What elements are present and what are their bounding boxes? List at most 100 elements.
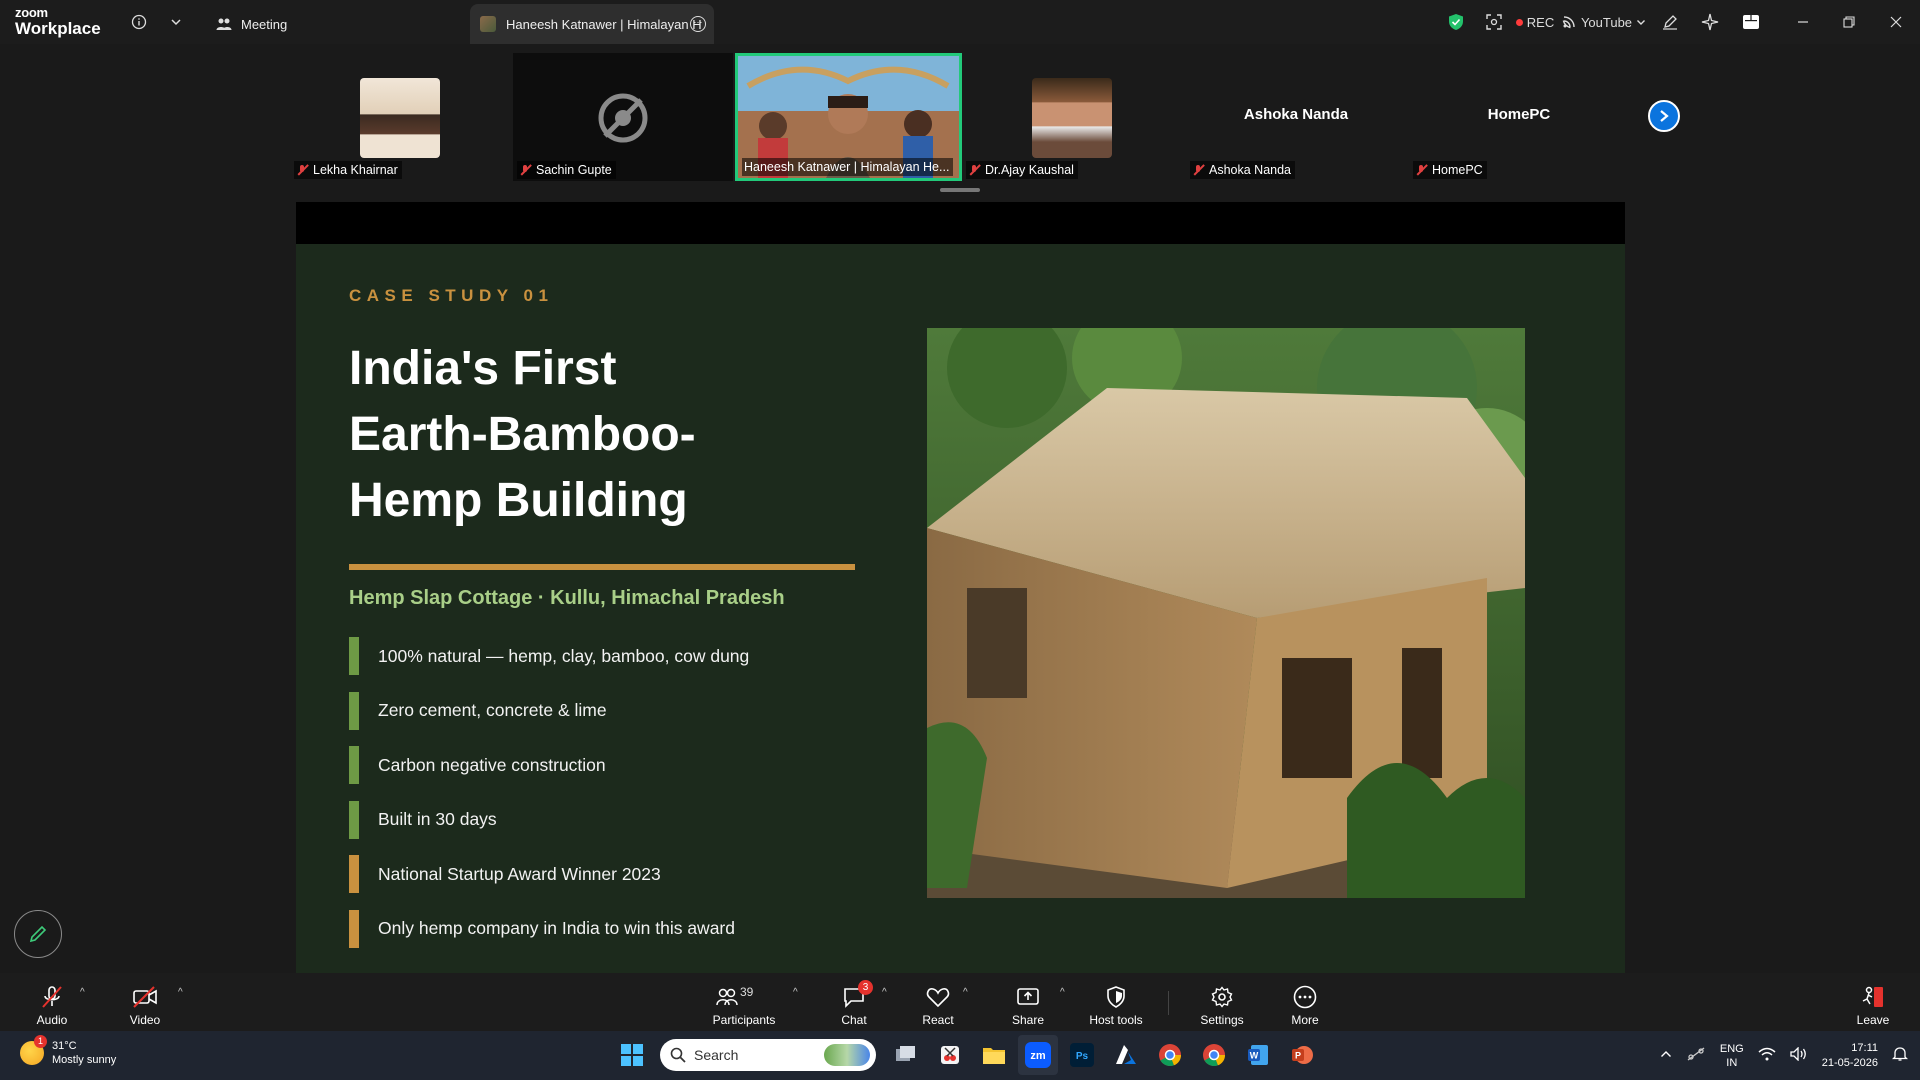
windows-start-icon[interactable] (612, 1035, 652, 1075)
region-code: IN (1726, 1056, 1738, 1069)
info-icon[interactable] (128, 11, 150, 33)
photoshop-icon[interactable]: Ps (1062, 1035, 1102, 1075)
video-label: Video (129, 1013, 161, 1027)
notifications-icon[interactable] (1891, 1046, 1909, 1065)
audio-options-caret[interactable]: ^ (80, 987, 85, 998)
video-options-caret[interactable]: ^ (178, 987, 183, 998)
slide-divider (349, 564, 855, 570)
wifi-icon[interactable] (1758, 1047, 1776, 1064)
chrome-icon[interactable] (1150, 1035, 1190, 1075)
audio-button[interactable]: Audio (32, 973, 72, 1031)
speaker-icon[interactable] (1790, 1046, 1808, 1064)
network-share-icon[interactable] (1686, 1046, 1706, 1065)
participant-tile[interactable]: HomePC HomePC (1409, 53, 1629, 181)
search-icon (670, 1047, 686, 1063)
react-options-caret[interactable]: ^ (963, 987, 968, 998)
tab-meeting-label: Meeting (241, 16, 288, 32)
chat-button[interactable]: 3 Chat (834, 973, 874, 1031)
chat-icon: 3 (839, 980, 873, 1011)
annotate-icon[interactable] (1650, 0, 1690, 44)
mic-muted-icon (968, 164, 980, 176)
participants-options-caret[interactable]: ^ (793, 987, 798, 998)
settings-button[interactable]: Settings (1197, 973, 1247, 1031)
word-icon[interactable]: W (1238, 1035, 1278, 1075)
ai-companion-icon[interactable] (1690, 0, 1730, 44)
weather-condition: Mostly sunny (52, 1054, 117, 1066)
controls-divider (1168, 991, 1169, 1015)
participant-display-name: HomePC (1487, 106, 1551, 123)
leave-button[interactable]: Leave (1853, 973, 1893, 1031)
livestream-youtube[interactable]: YouTube (1558, 0, 1650, 44)
mic-muted-icon (1415, 164, 1427, 176)
zoom-app-icon[interactable]: zm (1018, 1035, 1058, 1075)
participant-display-name: Ashoka Nanda (1243, 106, 1349, 123)
language-indicator[interactable]: ENG IN (1720, 1042, 1744, 1070)
mic-muted-icon (37, 983, 67, 1011)
powerpoint-icon[interactable]: P (1282, 1035, 1322, 1075)
video-off-icon (130, 983, 160, 1011)
share-options-caret[interactable]: ^ (1060, 987, 1065, 998)
restore-button[interactable] (1826, 0, 1872, 44)
participant-name: Lekha Khairnar (313, 163, 398, 177)
tab-meeting[interactable]: Meeting (215, 4, 287, 44)
participant-name-chip: Lekha Khairnar (294, 161, 402, 179)
shield-icon[interactable] (1436, 0, 1476, 44)
participant-name-chip: Sachin Gupte (517, 161, 616, 179)
weather-widget[interactable]: 1 31°C Mostly sunny (20, 1035, 117, 1067)
taskbar-search-input[interactable]: Search (660, 1039, 876, 1071)
snipping-tool-icon[interactable] (930, 1035, 970, 1075)
chevron-down-icon[interactable] (165, 11, 187, 33)
gallery-resize-handle[interactable] (940, 188, 980, 192)
list-item: National Startup Award Winner 2023 (349, 855, 749, 894)
more-icon[interactable]: ··· (690, 16, 706, 32)
mic-muted-icon (1192, 164, 1204, 176)
chat-options-caret[interactable]: ^ (882, 987, 887, 998)
people-icon (215, 15, 233, 33)
mic-muted-icon (519, 164, 531, 176)
task-view-icon[interactable] (886, 1035, 926, 1075)
avatar (360, 78, 440, 158)
list-item: Zero cement, concrete & lime (349, 691, 749, 730)
host-tools-button[interactable]: Host tools (1086, 973, 1146, 1031)
participant-tile[interactable]: Dr.Ajay Kaushal (962, 53, 1182, 181)
clock[interactable]: 17:11 21-05-2026 (1822, 1041, 1878, 1071)
participant-tile[interactable]: Lekha Khairnar (290, 53, 510, 181)
file-explorer-icon[interactable] (974, 1035, 1014, 1075)
video-button[interactable]: Video (125, 973, 165, 1031)
zoom-logo: zoom Workplace (15, 6, 101, 37)
tab-shared-screen[interactable]: Haneesh Katnawer | Himalayan H ··· (470, 4, 714, 44)
cottage-photo (927, 328, 1525, 898)
participant-tile-active-speaker[interactable]: Haneesh Katnawer | Himalayan He... (735, 53, 962, 181)
svg-text:Ps: Ps (1076, 1051, 1089, 1062)
bullet-bar (349, 800, 359, 839)
view-icon[interactable] (1476, 0, 1512, 44)
close-icon (1890, 16, 1902, 28)
apps-icon[interactable] (1730, 0, 1772, 44)
heart-icon (923, 983, 953, 1011)
list-item: Only hemp company in India to win this a… (349, 909, 749, 948)
azure-icon[interactable] (1106, 1035, 1146, 1075)
close-button[interactable] (1872, 0, 1920, 44)
minimize-button[interactable] (1780, 0, 1826, 44)
chrome-profile-icon[interactable] (1194, 1035, 1234, 1075)
list-item: 100% natural — hemp, clay, bamboo, cow d… (349, 637, 749, 675)
leave-label: Leave (1856, 1013, 1890, 1027)
participant-tile[interactable]: Ashoka Nanda Ashoka Nanda (1186, 53, 1406, 181)
chat-label: Chat (841, 1013, 867, 1027)
share-button[interactable]: Share (1008, 973, 1048, 1031)
recording-indicator[interactable]: REC (1512, 0, 1558, 44)
more-button[interactable]: More (1285, 973, 1325, 1031)
annotate-pen-button[interactable] (14, 910, 62, 958)
bullet-text: National Startup Award Winner 2023 (378, 863, 661, 884)
participant-name: Ashoka Nanda (1209, 163, 1292, 177)
gallery-next-button[interactable] (1648, 100, 1680, 132)
participant-tile[interactable]: Sachin Gupte (513, 53, 733, 181)
bullet-bar (349, 855, 359, 894)
system-tray: ENG IN 17:11 21-05-2026 (1653, 1031, 1920, 1080)
restore-icon (1843, 16, 1855, 28)
react-button[interactable]: React (918, 973, 958, 1031)
participants-button[interactable]: 39 Participants (707, 973, 781, 1031)
chevron-up-icon[interactable] (1660, 1049, 1672, 1062)
rec-label: REC (1526, 14, 1555, 30)
search-placeholder: Search (694, 1047, 739, 1063)
